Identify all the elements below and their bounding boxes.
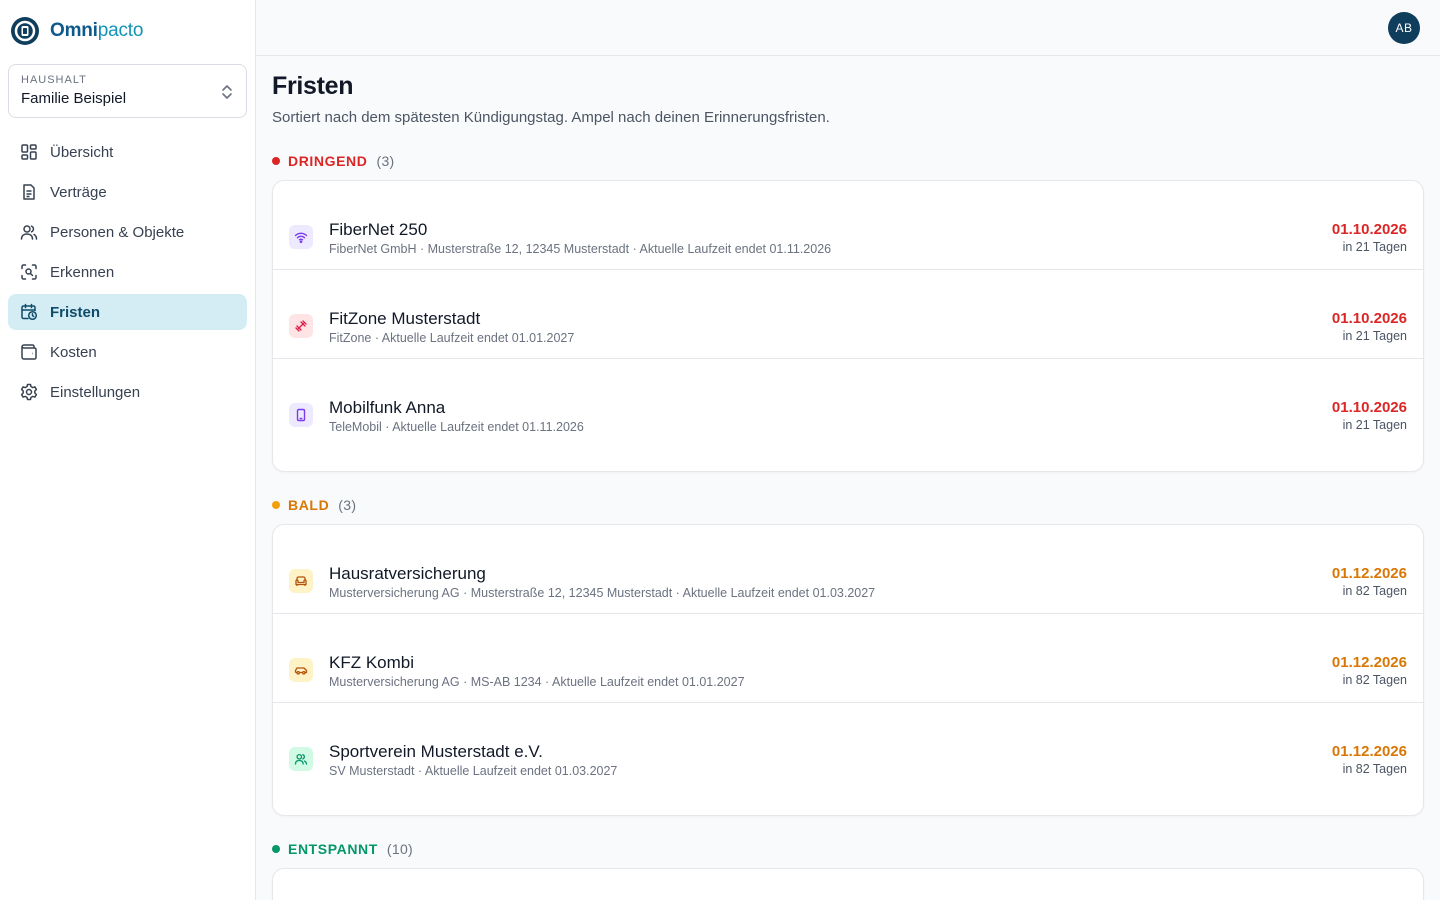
calendar-clock-icon <box>21 303 38 321</box>
deadline-days: in 82 Tagen <box>1342 673 1407 687</box>
contract-meta: Musterversicherung AG · MS-AB 1234 · Akt… <box>329 675 745 689</box>
deadline-date: 01.12.2026 <box>1331 743 1407 760</box>
chevron-up-down-icon <box>222 85 232 99</box>
omnipacto-logo-icon <box>11 17 39 45</box>
section-label: DRINGEND <box>288 153 368 169</box>
sidebar-item-fristen[interactable]: Fristen <box>8 294 247 330</box>
household-caption: HAUSHALT <box>21 74 87 86</box>
deadline-days: in 21 Tagen <box>1342 418 1407 432</box>
smartphone-icon <box>289 403 313 427</box>
section-label: ENTSPANNT <box>288 841 378 857</box>
deadline-row[interactable]: Hausratversicherung Musterversicherung A… <box>273 525 1423 614</box>
contract-name: FitZone Musterstadt <box>329 309 481 328</box>
section-header-soon: BALD (3) <box>272 497 356 513</box>
deadline-days: in 82 Tagen <box>1342 762 1407 776</box>
page-subtitle: Sortiert nach dem spätesten Kündigungsta… <box>272 109 830 126</box>
document-icon <box>23 184 35 200</box>
scan-icon <box>21 264 37 280</box>
deadline-card-urgent: FiberNet 250 FiberNet GmbH · Musterstraß… <box>272 180 1424 472</box>
sidebar-item-vertraege[interactable]: Verträge <box>8 174 247 210</box>
contract-name: Mobilfunk Anna <box>329 398 446 417</box>
sidebar-item-label: Erkennen <box>50 263 115 281</box>
status-dot-amber <box>272 501 280 509</box>
contract-meta: TeleMobil · Aktuelle Laufzeit endet 01.1… <box>329 420 584 434</box>
section-count: (3) <box>338 497 357 513</box>
deadline-date: 01.10.2026 <box>1331 221 1407 238</box>
app-name-part2: pacto <box>97 20 144 41</box>
users-icon <box>289 747 313 771</box>
sidebar-item-label: Fristen <box>50 303 101 321</box>
contract-meta: FiberNet GmbH · Musterstraße 12, 12345 M… <box>329 242 832 256</box>
sidebar-item-personen-objekte[interactable]: Personen & Objekte <box>8 214 247 250</box>
dumbbell-icon <box>289 314 313 338</box>
app-logo[interactable]: Omnipacto <box>10 16 143 46</box>
contract-name: Hausratversicherung <box>329 564 486 583</box>
deadline-row[interactable]: KFZ Kombi Musterversicherung AG · MS-AB … <box>273 614 1423 703</box>
sofa-icon <box>289 569 313 593</box>
status-dot-red <box>272 157 280 165</box>
app-name-part1: Omni <box>50 20 98 41</box>
deadline-card-relaxed <box>272 868 1424 900</box>
dashboard-icon <box>21 144 37 160</box>
user-avatar[interactable]: AB <box>1388 12 1420 44</box>
contract-name: KFZ Kombi <box>329 653 415 672</box>
section-label: BALD <box>288 497 330 513</box>
sidebar-item-label: Verträge <box>50 183 107 201</box>
car-icon <box>289 658 313 682</box>
contract-name: FiberNet 250 <box>329 220 428 239</box>
app-name: Omnipacto <box>50 20 143 42</box>
sidebar-nav: Übersicht Verträge Personen & Objekte Er… <box>8 134 247 414</box>
deadline-date: 01.10.2026 <box>1331 310 1407 327</box>
wifi-icon <box>289 225 313 249</box>
household-value: Familie Beispiel <box>21 90 127 107</box>
section-header-relaxed: ENTSPANNT (10) <box>272 841 413 857</box>
sidebar-item-label: Einstellungen <box>50 383 141 401</box>
section-count: (10) <box>386 841 414 857</box>
topbar: AB <box>256 0 1440 56</box>
household-selector[interactable]: HAUSHALT Familie Beispiel <box>8 64 247 118</box>
contract-meta: FitZone · Aktuelle Laufzeit endet 01.01.… <box>329 331 575 345</box>
page-title: Fristen <box>272 72 354 100</box>
contract-meta: Musterversicherung AG · Musterstraße 12,… <box>329 586 876 600</box>
section-count: (3) <box>376 153 395 169</box>
deadline-row[interactable]: FitZone Musterstadt FitZone · Aktuelle L… <box>273 270 1423 359</box>
deadline-card-soon: Hausratversicherung Musterversicherung A… <box>272 524 1424 816</box>
status-dot-green <box>272 845 280 853</box>
gear-icon <box>20 383 38 401</box>
sidebar-item-label: Personen & Objekte <box>50 223 185 241</box>
sidebar-item-erkennen[interactable]: Erkennen <box>8 254 247 290</box>
deadline-days: in 21 Tagen <box>1342 329 1407 343</box>
sidebar-item-label: Übersicht <box>50 143 114 161</box>
deadline-date: 01.12.2026 <box>1331 565 1407 582</box>
sidebar: Omnipacto HAUSHALT Familie Beispiel Über… <box>0 0 256 900</box>
deadline-row[interactable]: Sportverein Musterstadt e.V. SV Musterst… <box>273 703 1423 792</box>
sidebar-item-einstellungen[interactable]: Einstellungen <box>8 374 247 410</box>
deadline-row[interactable]: Mobilfunk Anna TeleMobil · Aktuelle Lauf… <box>273 359 1423 448</box>
contract-name: Sportverein Musterstadt e.V. <box>329 742 543 761</box>
wallet-icon <box>21 344 37 360</box>
deadline-date: 01.10.2026 <box>1331 399 1407 416</box>
sidebar-item-uebersicht[interactable]: Übersicht <box>8 134 247 170</box>
deadline-row[interactable]: FiberNet 250 FiberNet GmbH · Musterstraß… <box>273 181 1423 270</box>
users-icon <box>20 225 38 240</box>
section-header-urgent: DRINGEND (3) <box>272 153 395 169</box>
deadline-days: in 82 Tagen <box>1342 584 1407 598</box>
sidebar-item-label: Kosten <box>50 343 97 361</box>
deadline-days: in 21 Tagen <box>1342 240 1407 254</box>
deadline-date: 01.12.2026 <box>1331 654 1407 671</box>
contract-meta: SV Musterstadt · Aktuelle Laufzeit endet… <box>329 764 618 778</box>
sidebar-item-kosten[interactable]: Kosten <box>8 334 247 370</box>
